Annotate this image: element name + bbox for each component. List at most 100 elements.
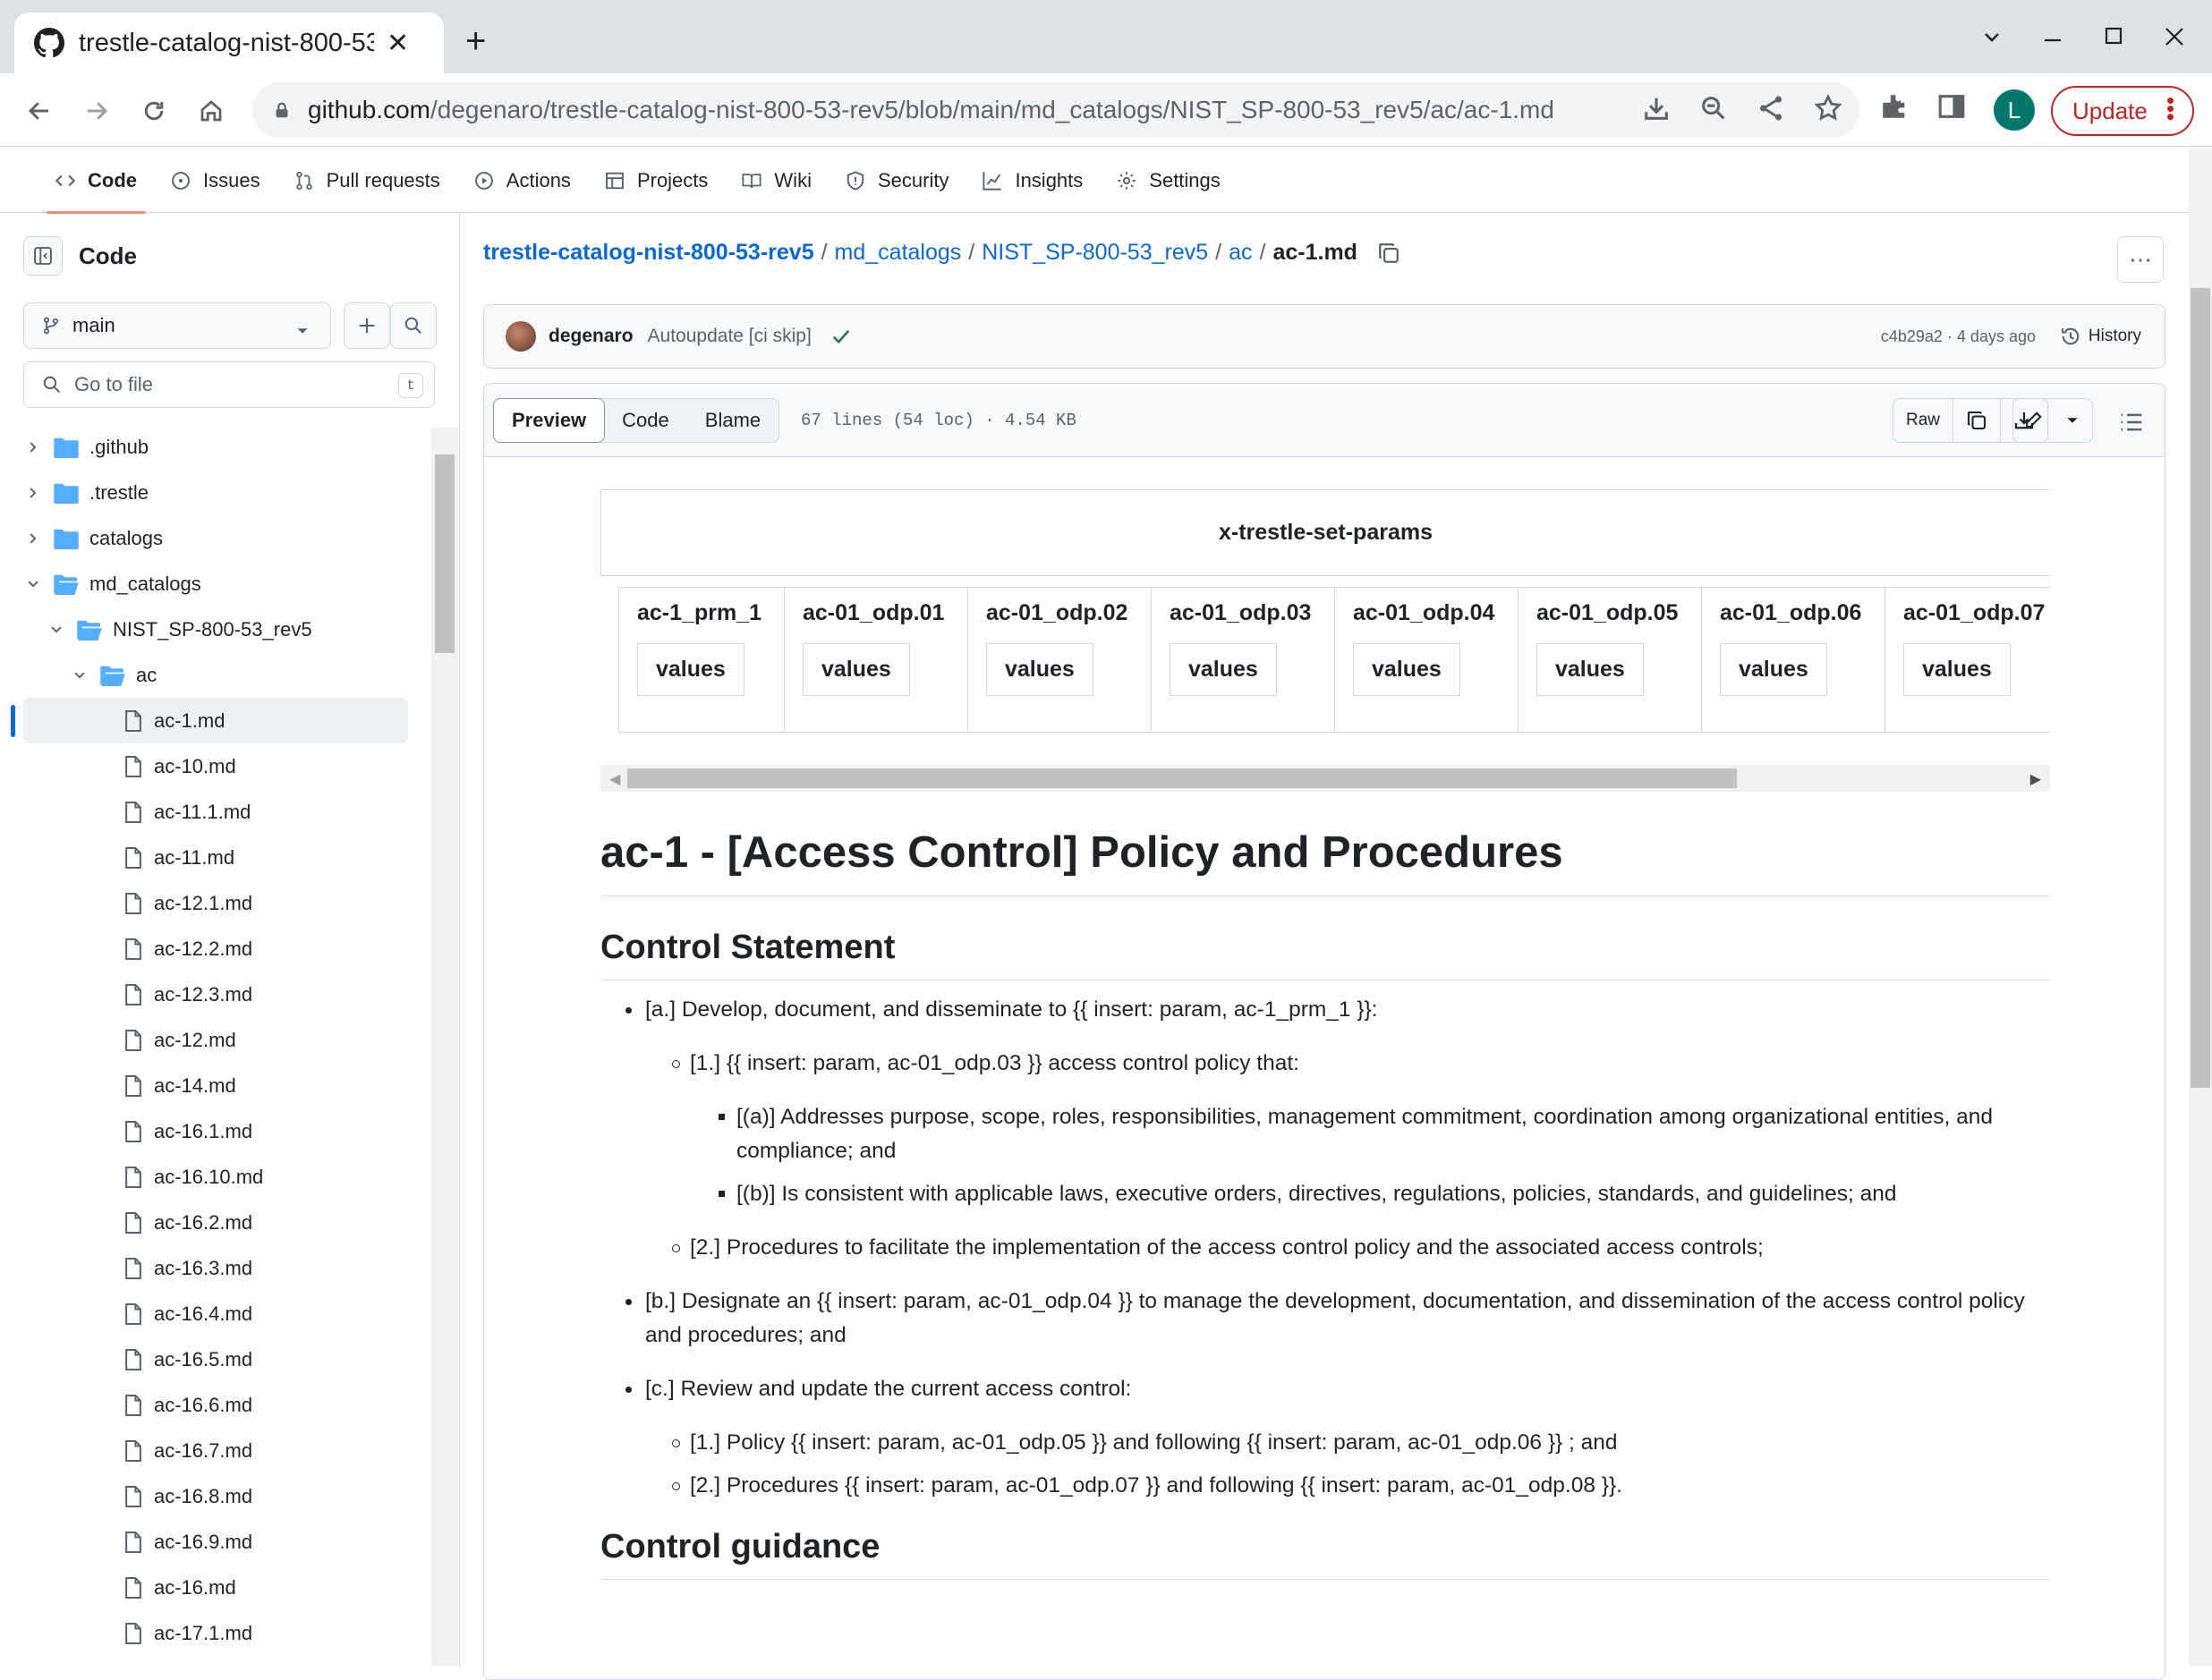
repo-tab-issues[interactable]: Issues <box>171 148 260 213</box>
tree-file[interactable]: ac-10.md <box>0 743 430 789</box>
tree-folder[interactable]: .github <box>0 424 430 470</box>
collapse-sidebar-icon[interactable] <box>23 236 63 276</box>
tree-folder[interactable]: .trestle <box>0 470 430 515</box>
tree-file[interactable]: ac-12.1.md <box>0 880 430 926</box>
author-avatar[interactable] <box>506 321 536 352</box>
search-code-button[interactable] <box>390 302 437 349</box>
share-icon[interactable] <box>1756 93 1786 123</box>
tree-file[interactable]: ac-16.md <box>0 1565 430 1610</box>
tree-file[interactable]: ac-14.md <box>0 1063 430 1108</box>
repo-tab-settings[interactable]: Settings <box>1117 148 1221 213</box>
tab-code[interactable]: Code <box>604 399 687 442</box>
chevron-down-icon[interactable] <box>45 624 68 636</box>
tree-file[interactable]: ac-16.6.md <box>0 1382 430 1428</box>
go-to-file-input[interactable]: Go to file t <box>23 361 435 408</box>
repo-tab-pull-requests[interactable]: Pull requests <box>294 148 440 213</box>
extensions-puzzle-icon[interactable] <box>1879 91 1910 122</box>
profile-avatar[interactable]: L <box>1994 89 2035 131</box>
bookmark-star-icon[interactable] <box>1813 93 1843 123</box>
address-bar[interactable]: github.com/degenaro/trestle-catalog-nist… <box>252 82 1859 138</box>
back-icon[interactable] <box>20 91 59 131</box>
commit-author[interactable]: degenaro <box>549 326 634 347</box>
tree-file[interactable]: ac-12.md <box>0 1017 430 1063</box>
side-panel-icon[interactable] <box>1936 91 1967 122</box>
tree-file[interactable]: ac-16.7.md <box>0 1428 430 1473</box>
zoom-icon[interactable] <box>1698 93 1729 123</box>
page-scrollbar[interactable] <box>2189 148 2212 1666</box>
reload-icon[interactable] <box>134 91 174 131</box>
add-file-button[interactable] <box>344 302 390 349</box>
tree-file[interactable]: ac-12.2.md <box>0 926 430 972</box>
table-scrollbar-thumb[interactable] <box>627 768 1737 788</box>
tree-folder[interactable]: catalogs <box>0 515 430 561</box>
forward-icon[interactable] <box>77 91 116 131</box>
tree-file[interactable]: ac-16.10.md <box>0 1154 430 1200</box>
commit-sha-time[interactable]: c4b29a2 · 4 days ago <box>1881 327 2036 346</box>
edit-file-button[interactable] <box>2013 399 2053 442</box>
copy-raw-button[interactable] <box>1953 399 2001 442</box>
sidebar-scrollbar[interactable] <box>431 428 458 1666</box>
tree-file[interactable]: ac-16.4.md <box>0 1291 430 1336</box>
breadcrumb-repo-link[interactable]: trestle-catalog-nist-800-53-rev5 <box>483 240 814 266</box>
raw-button[interactable]: Raw <box>1893 399 1953 442</box>
tree-file[interactable]: ac-16.3.md <box>0 1245 430 1291</box>
home-icon[interactable] <box>191 91 231 131</box>
tab-preview[interactable]: Preview <box>493 398 606 443</box>
params-column-header: ac-01_odp.03 <box>1170 599 1312 625</box>
tree-file[interactable]: ac-16.1.md <box>0 1108 430 1154</box>
install-app-icon[interactable] <box>1641 93 1672 123</box>
maximize-icon[interactable] <box>2103 26 2124 47</box>
tree-file[interactable]: ac-11.md <box>0 835 430 880</box>
sidebar-scrollbar-thumb[interactable] <box>435 454 455 653</box>
breadcrumb-nist-link[interactable]: NIST_SP-800-53_rev5 <box>982 240 1208 266</box>
tree-file[interactable]: ac-11.1.md <box>0 789 430 835</box>
page-scrollbar-thumb[interactable] <box>2191 288 2210 1088</box>
table-horizontal-scrollbar[interactable]: ◀ ▶ <box>600 765 2050 792</box>
history-button[interactable]: History <box>2060 326 2141 347</box>
close-window-icon[interactable] <box>2164 26 2185 47</box>
tree-file[interactable]: ac-16.5.md <box>0 1336 430 1382</box>
browser-tab[interactable]: trestle-catalog-nist-800-53-rev5/md_cata… <box>14 13 444 73</box>
tree-file[interactable]: ac-16.9.md <box>0 1519 430 1565</box>
chevron-right-icon[interactable] <box>21 487 45 499</box>
edit-dropdown-button[interactable] <box>2053 399 2092 442</box>
breadcrumb-md-catalogs-link[interactable]: md_catalogs <box>835 240 962 266</box>
chevron-down-icon[interactable] <box>21 578 45 590</box>
tree-file[interactable]: ac-16.8.md <box>0 1473 430 1519</box>
outline-list-icon[interactable] <box>2120 411 2143 434</box>
chevron-right-icon[interactable] <box>21 441 45 454</box>
commit-message[interactable]: Autoupdate [ci skip] <box>648 326 812 347</box>
check-icon[interactable] <box>831 327 851 346</box>
repo-tab-wiki[interactable]: Wiki <box>742 148 812 213</box>
tree-folder[interactable]: NIST_SP-800-53_rev5 <box>0 607 430 652</box>
more-options-button[interactable]: ⋯ <box>2117 236 2164 283</box>
tree-folder[interactable]: md_catalogs <box>0 561 430 607</box>
scroll-right-arrow-icon[interactable]: ▶ <box>2030 770 2041 788</box>
browser-update-button[interactable]: Update ••• <box>2051 86 2194 136</box>
chevron-right-icon[interactable] <box>21 532 45 545</box>
tree-file[interactable]: ac-1.md <box>11 698 408 743</box>
tab-blame[interactable]: Blame <box>687 399 778 442</box>
tab-search-icon[interactable] <box>1981 26 2003 47</box>
tree-item-label: ac-12.md <box>154 1028 236 1051</box>
tree-folder[interactable]: ac <box>0 652 430 698</box>
tab-close-icon[interactable]: ✕ <box>387 28 409 59</box>
copy-path-icon[interactable] <box>1377 242 1400 265</box>
new-tab-icon[interactable]: + <box>465 23 486 59</box>
scroll-left-arrow-icon[interactable]: ◀ <box>609 770 620 788</box>
repo-tab-security[interactable]: Security <box>846 148 949 213</box>
tree-file[interactable]: ac-16.2.md <box>0 1200 430 1245</box>
repo-tab-actions[interactable]: Actions <box>474 148 571 213</box>
tree-file[interactable]: ac-17.1.md <box>0 1610 430 1656</box>
branch-selector[interactable]: main <box>23 302 331 349</box>
chevron-down-icon[interactable] <box>68 669 91 682</box>
url-text[interactable]: github.com/degenaro/trestle-catalog-nist… <box>308 96 1554 124</box>
lock-icon[interactable] <box>272 100 292 120</box>
minimize-icon[interactable] <box>2042 26 2063 47</box>
params-table-wrapper: x-trestle-set-params ac-1_prm_1 values ac-… <box>600 489 2050 792</box>
tree-file[interactable]: ac-12.3.md <box>0 972 430 1017</box>
repo-tab-code[interactable]: Code <box>47 148 146 214</box>
repo-tab-projects[interactable]: Projects <box>605 148 708 213</box>
breadcrumb-ac-link[interactable]: ac <box>1229 240 1252 266</box>
repo-tab-insights[interactable]: Insights <box>983 148 1083 213</box>
